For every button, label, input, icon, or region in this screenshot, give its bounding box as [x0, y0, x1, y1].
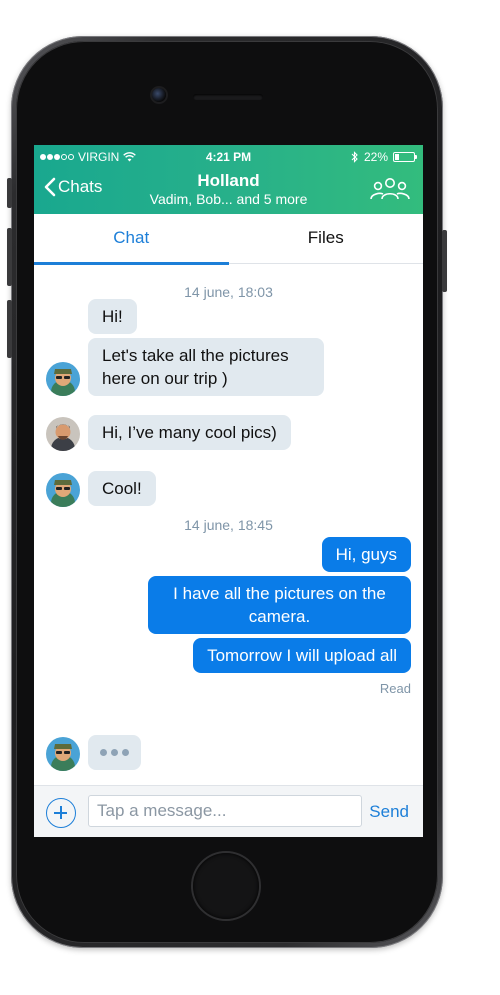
tab-chat[interactable]: Chat [34, 214, 229, 265]
tab-bar: Chat Files [34, 214, 424, 265]
attach-button[interactable] [46, 798, 76, 828]
typing-dots-icon [100, 741, 129, 764]
avatar[interactable] [46, 417, 80, 451]
avatar[interactable] [46, 737, 80, 771]
incoming-message: Hi! [88, 299, 137, 334]
outgoing-message: I have all the pictures on the camera. [148, 576, 411, 634]
status-bar: VIRGIN 4:21 PM 22% [34, 145, 423, 167]
battery-icon [393, 152, 417, 162]
group-icon [370, 178, 410, 200]
message-composer: Send [34, 785, 423, 837]
avatar[interactable] [46, 362, 80, 396]
message-input[interactable] [88, 795, 362, 827]
user-avatar-icon [46, 473, 80, 507]
power-button [442, 230, 447, 292]
chat-title: Holland [197, 171, 260, 190]
avatar[interactable] [46, 473, 80, 507]
tab-files[interactable]: Files [229, 214, 424, 264]
user-avatar-icon [46, 417, 80, 451]
home-button[interactable] [193, 853, 259, 919]
read-receipt: Read [379, 681, 411, 696]
front-camera [152, 88, 166, 102]
volume-down-button [7, 300, 12, 358]
volume-up-button [7, 228, 12, 286]
typing-indicator [88, 735, 141, 770]
battery-level [395, 154, 399, 160]
chat-members: Vadim, Bob... and 5 more [149, 191, 308, 207]
battery-area: 22% [351, 150, 417, 164]
outgoing-message: Tomorrow I will upload all [193, 638, 411, 673]
incoming-message: Let's take all the pictures here on our … [88, 338, 324, 396]
earpiece-speaker [193, 94, 263, 100]
group-members-button[interactable] [369, 177, 411, 206]
incoming-message: Hi, I’ve many cool pics) [88, 415, 291, 450]
outgoing-message: Hi, guys [321, 537, 411, 572]
battery-percent: 22% [363, 150, 388, 164]
incoming-message: Cool! [88, 471, 156, 506]
screen: VIRGIN 4:21 PM 22% Chats Holland Vadim, … [34, 145, 423, 837]
send-button[interactable]: Send [369, 802, 409, 822]
bluetooth-icon [351, 151, 358, 163]
message-list[interactable]: 14 june, 18:03 Hi! Let's take all the pi… [34, 265, 423, 785]
mute-switch [7, 178, 12, 208]
chat-header: VIRGIN 4:21 PM 22% Chats Holland Vadim, … [34, 145, 423, 214]
date-separator: 14 june, 18:45 [184, 517, 273, 533]
user-avatar-icon [46, 737, 80, 771]
user-avatar-icon [46, 362, 80, 396]
date-separator: 14 june, 18:03 [184, 284, 273, 300]
